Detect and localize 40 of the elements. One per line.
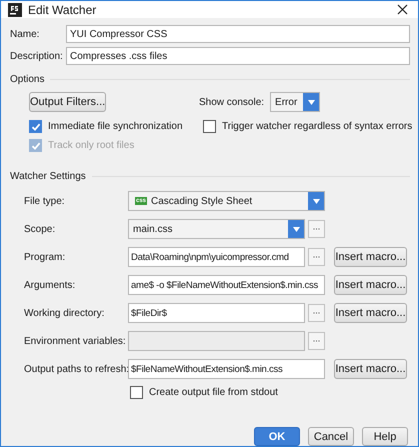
checkbox[interactable]: Immediate file synchronization [29,120,203,133]
dropdown-arrow-icon [312,198,320,204]
section-heading: Options [10,74,44,84]
browse-button[interactable] [308,220,325,238]
browse-button[interactable] [308,332,325,350]
close-icon[interactable] [397,4,408,15]
field-label: Environment variables: [24,336,127,346]
show-console-dropdown[interactable]: Error [270,92,320,112]
insert-macro-button[interactable]: Insert macro... [334,275,407,295]
dropdown-arrow-icon [308,100,315,104]
text-field[interactable]: Data\Roaming\npm\yuicompressor.cmd [128,247,305,267]
checkbox[interactable]: Create output file from stdout [128,386,409,399]
text-field[interactable]: Compresses .css files [66,47,410,65]
field-label: Name: [10,28,40,40]
dropdown-arrow-icon [292,226,300,232]
text-field[interactable]: YUI Compressor CSS [66,25,410,43]
output-filters-button[interactable]: Output Filters... [29,92,106,112]
insert-macro-button[interactable]: Insert macro... [334,359,407,379]
dialog-button[interactable]: OK [254,427,300,446]
section-heading: Watcher Settings [10,170,86,182]
browse-button[interactable] [308,248,325,266]
field-label: Arguments: [24,280,76,290]
insert-macro-button[interactable]: Insert macro... [334,303,407,323]
show-console-label: Show console: [199,96,264,108]
checkbox[interactable]: Trigger watcher regardless of syntax errors [203,120,412,133]
dropdown[interactable]: main.css [128,219,305,239]
text-field[interactable]: ame$ -o $FileNameWithoutExtension$.min.css [128,275,325,295]
browse-button[interactable] [308,304,325,322]
dialog-button[interactable]: Help [362,427,408,446]
insert-macro-button[interactable]: Insert macro... [334,247,407,267]
text-field[interactable]: $FileDir$ [128,303,305,323]
field-label: Description: [10,50,64,62]
field-label: Working directory: [24,308,106,318]
field-label: Output paths to refresh: [24,364,128,374]
field-label: Scope: [24,224,56,234]
field-label: File type: [24,196,66,206]
text-field[interactable]: $FileNameWithoutExtension$.min.css [128,359,325,379]
dialog-button[interactable]: Cancel [308,427,354,446]
field-label: Program: [24,252,66,262]
window-title: Edit Watcher [28,2,98,16]
